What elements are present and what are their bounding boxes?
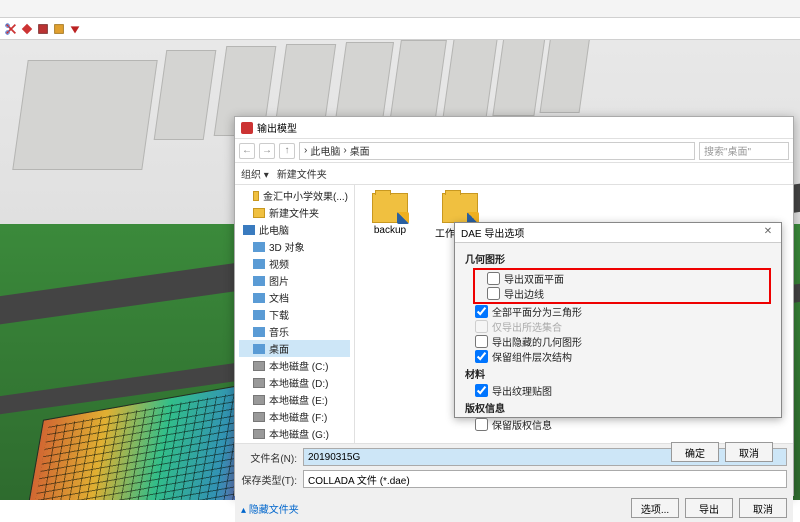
chk-hierarchy[interactable] (475, 350, 488, 363)
nav-forward-button[interactable]: → (259, 143, 275, 159)
tree-item[interactable]: 新建文件夹 (239, 204, 350, 221)
app-menubar (0, 0, 800, 18)
app-icon (241, 122, 253, 134)
folder-tree[interactable]: 金汇中小学效果(...)新建文件夹此电脑3D 对象视频图片文档下载音乐桌面本地磁… (235, 185, 355, 443)
filetype-label: 保存类型(T): (241, 472, 297, 487)
tree-item[interactable]: 文档 (239, 289, 350, 306)
tree-item[interactable]: 金汇中小学效果(...) (239, 187, 350, 204)
diamond-icon[interactable] (20, 22, 34, 36)
chk-hidden[interactable] (475, 335, 488, 348)
chk-credits[interactable] (475, 418, 488, 431)
dialog-title: 输出模型 (257, 120, 297, 135)
export-button[interactable]: 导出 (685, 498, 733, 518)
tree-item[interactable]: 本地磁盘 (D:) (239, 374, 350, 391)
chk-edges[interactable] (487, 287, 500, 300)
options-title: DAE 导出选项 (461, 225, 524, 240)
app-toolbar (0, 18, 800, 40)
tree-item[interactable]: 本地磁盘 (E:) (239, 391, 350, 408)
filename-label: 文件名(N): (241, 450, 297, 465)
tree-item[interactable]: 本地磁盘 (G:) (239, 425, 350, 442)
folder-item[interactable]: backup (365, 193, 415, 236)
tree-item[interactable]: 本地磁盘 (H:) (239, 442, 350, 443)
dialog-toolbar: 组织 ▾ 新建文件夹 (235, 163, 793, 185)
options-ok-button[interactable]: 确定 (671, 442, 719, 462)
group-material: 材料 (465, 366, 771, 381)
group-credits: 版权信息 (465, 400, 771, 415)
nav-up-button[interactable]: ↑ (279, 143, 295, 159)
dae-options-dialog: DAE 导出选项 ✕ 几何图形 导出双面平面 导出边线 全部平面分为三角形 仅导… (454, 222, 782, 418)
tree-item[interactable]: 图片 (239, 272, 350, 289)
cancel-button[interactable]: 取消 (739, 498, 787, 518)
dialog-titlebar: 输出模型 (235, 117, 793, 139)
options-button[interactable]: 选项... (631, 498, 679, 518)
scissors-icon[interactable] (4, 22, 18, 36)
new-folder-button[interactable]: 新建文件夹 (277, 166, 327, 181)
breadcrumb[interactable]: › 此电脑 › 桌面 (299, 142, 695, 160)
tree-item[interactable]: 此电脑 (239, 221, 350, 238)
gem-icon[interactable] (68, 22, 82, 36)
tree-item[interactable]: 下载 (239, 306, 350, 323)
tree-item[interactable]: 桌面 (239, 340, 350, 357)
search-input[interactable]: 搜索"桌面" (699, 142, 789, 160)
chk-triangulate[interactable] (475, 305, 488, 318)
nav-back-button[interactable]: ← (239, 143, 255, 159)
cube-red-icon[interactable] (36, 22, 50, 36)
tree-item[interactable]: 音乐 (239, 323, 350, 340)
tree-item[interactable]: 视频 (239, 255, 350, 272)
chk-textures[interactable] (475, 384, 488, 397)
dialog-nav: ← → ↑ › 此电脑 › 桌面 搜索"桌面" (235, 139, 793, 163)
organize-menu[interactable]: 组织 ▾ (241, 166, 269, 181)
options-cancel-button[interactable]: 取消 (725, 442, 773, 462)
filetype-field[interactable]: COLLADA 文件 (*.dae) (303, 470, 787, 488)
cube-yellow-icon[interactable] (52, 22, 66, 36)
tree-item[interactable]: 本地磁盘 (C:) (239, 357, 350, 374)
tree-item[interactable]: 3D 对象 (239, 238, 350, 255)
close-button[interactable]: ✕ (761, 226, 775, 240)
highlighted-options: 导出双面平面 导出边线 (473, 268, 771, 304)
tree-item[interactable]: 本地磁盘 (F:) (239, 408, 350, 425)
chk-selection (475, 320, 488, 333)
hide-folders-link[interactable]: ▴ 隐藏文件夹 (241, 501, 299, 516)
group-geometry: 几何图形 (465, 251, 771, 266)
chk-two-sided[interactable] (487, 272, 500, 285)
